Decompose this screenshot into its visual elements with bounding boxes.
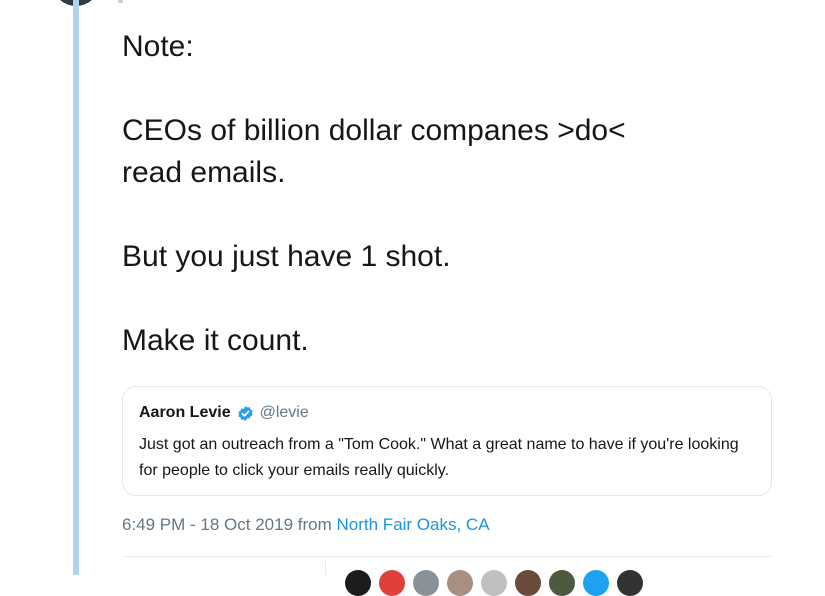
tweet-location-link[interactable]: North Fair Oaks, CA — [337, 515, 490, 534]
liker-avatar[interactable] — [583, 570, 609, 596]
liker-avatar[interactable] — [447, 570, 473, 596]
liker-avatar[interactable] — [549, 570, 575, 596]
tweet-line-make-it-count: Make it count. — [122, 324, 309, 357]
tweet-timestamp[interactable]: 6:49 PM - 18 Oct 2019 — [122, 515, 293, 534]
stats-divider — [122, 556, 772, 557]
quoted-tweet-text: Just got an outreach from a "Tom Cook." … — [139, 436, 739, 479]
tweet-line-ceos: CEOs of billion dollar companes >do< — [122, 114, 626, 147]
tweet-line-read-emails: read emails. — [122, 156, 286, 189]
tweet-metadata: 6:49 PM - 18 Oct 2019 from North Fair Oa… — [122, 515, 490, 535]
liker-avatar[interactable] — [617, 570, 643, 596]
liker-avatar[interactable] — [515, 570, 541, 596]
tweet-line-note: Note: — [122, 30, 194, 63]
verified-badge-icon — [238, 405, 253, 421]
quoted-author-name[interactable]: Aaron Levie — [139, 404, 231, 422]
liker-avatar[interactable] — [481, 570, 507, 596]
quoted-author-handle[interactable]: @levie — [260, 404, 309, 422]
from-label: from — [297, 515, 332, 534]
liker-avatar[interactable] — [345, 570, 371, 596]
quoted-tweet-header: Aaron Levie @levie — [139, 404, 309, 422]
tweet-line-one-shot: But you just have 1 shot. — [122, 240, 451, 273]
header-fragment — [118, 0, 123, 3]
liker-avatar[interactable] — [379, 570, 405, 596]
stats-separator — [325, 560, 326, 575]
quoted-tweet-card[interactable]: Aaron Levie @levie Just got an outreach … — [122, 386, 772, 496]
liker-avatar[interactable] — [413, 570, 439, 596]
thread-connector-line — [73, 0, 79, 575]
